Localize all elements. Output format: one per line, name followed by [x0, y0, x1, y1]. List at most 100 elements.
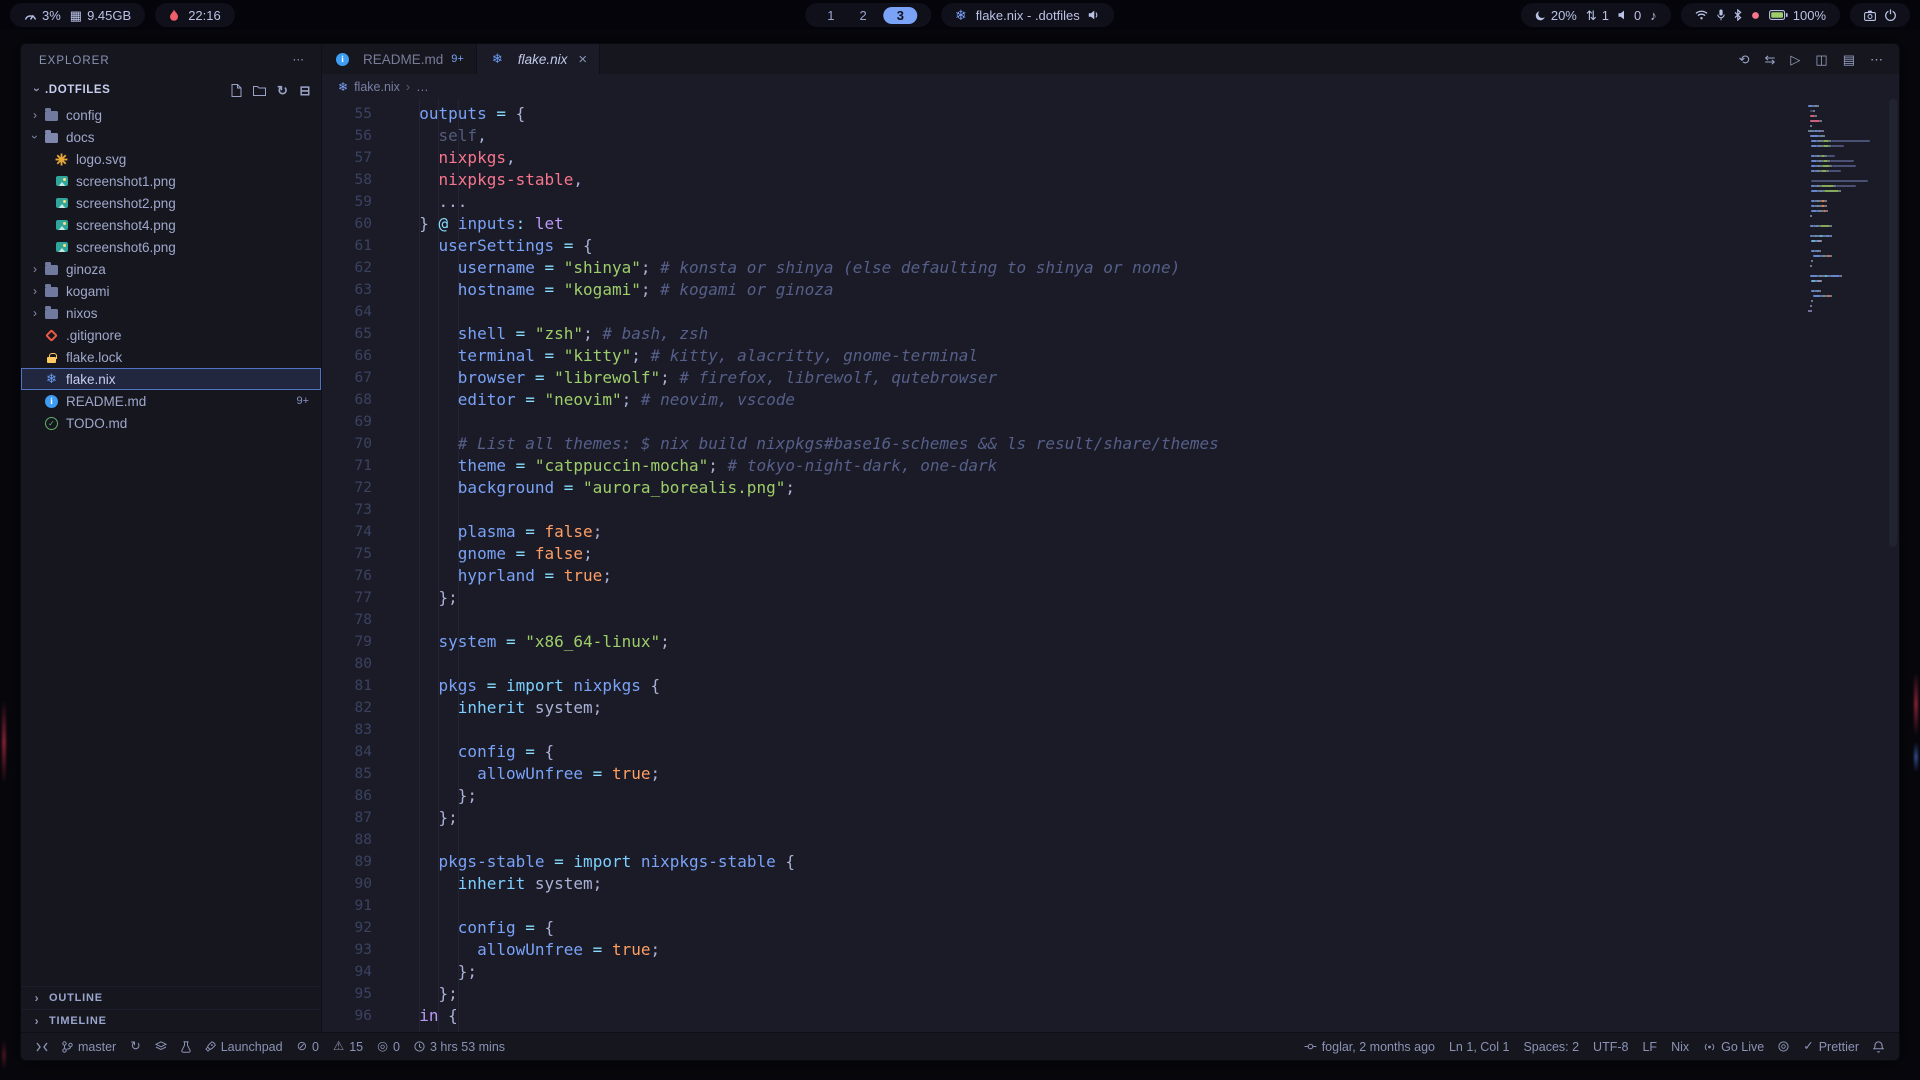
run-icon[interactable]: ▷ [1790, 53, 1800, 66]
browser-status[interactable] [1771, 1033, 1796, 1060]
new-file-icon[interactable] [231, 84, 242, 97]
bluetooth[interactable] [1734, 9, 1742, 21]
rocket-status[interactable]: Launchpad [198, 1033, 290, 1060]
tree-item-logo.svg[interactable]: logo.svg [21, 148, 321, 170]
minimap-line [1807, 145, 1885, 147]
check-status[interactable]: ✓Prettier [1796, 1033, 1866, 1060]
tree-item-.gitignore[interactable]: .gitignore [21, 324, 321, 346]
remote-window-status[interactable] [29, 1033, 55, 1060]
more-actions-icon[interactable]: ⋯ [293, 55, 306, 67]
close-tab-icon[interactable]: × [578, 51, 587, 68]
tree-item-TODO.md[interactable]: ✓TODO.md [21, 412, 321, 434]
workspace-1[interactable]: 1 [819, 7, 842, 24]
section-outline[interactable]: ›OUTLINE [21, 986, 321, 1009]
tab-README.md[interactable]: iREADME.md9+ [322, 44, 477, 74]
file-name: screenshot2.png [76, 196, 176, 211]
image-file-icon [53, 195, 70, 211]
git-branch-status[interactable]: master [55, 1033, 123, 1060]
problems-badge: 9+ [296, 395, 309, 407]
glitch-streak [1914, 672, 1918, 736]
night-light[interactable]: 20% [1535, 8, 1577, 23]
minimap-line [1807, 235, 1885, 237]
tree-item-README.md[interactable]: iREADME.md9+ [21, 390, 321, 412]
line-number: 78 [322, 609, 372, 631]
status-group-1: 20% ⇅1 0 ♪ [1521, 3, 1671, 27]
minimap-line [1807, 140, 1885, 142]
workspaces-pill: 123 [805, 3, 931, 27]
error-status[interactable]: ⊘0 [290, 1033, 326, 1060]
chevron-icon: › [27, 284, 43, 298]
wifi[interactable] [1695, 10, 1708, 20]
split-editor-icon[interactable]: ◫ [1815, 53, 1827, 66]
tab-flake.nix[interactable]: ❄flake.nix× [477, 44, 600, 74]
status-spaces-2[interactable]: Spaces: 2 [1516, 1033, 1586, 1060]
workspace-2[interactable]: 2 [851, 7, 874, 24]
clock-pill[interactable]: 22:16 [155, 3, 235, 27]
battery[interactable]: 100% [1769, 8, 1826, 23]
minimap-line [1807, 195, 1885, 197]
tree-item-nixos[interactable]: ›nixos [21, 302, 321, 324]
scrollbar[interactable] [1887, 99, 1899, 1032]
file-name: README.md [66, 394, 146, 409]
section-timeline[interactable]: ›TIMELINE [21, 1009, 321, 1032]
power[interactable] [1885, 9, 1896, 21]
tree-item-config[interactable]: ›config [21, 104, 321, 126]
broadcast-icon [1703, 1042, 1716, 1052]
music-note[interactable]: ♪ [1650, 9, 1657, 22]
history-icon[interactable]: ⟲ [1739, 53, 1750, 66]
clock-status[interactable]: 3 hrs 53 mins [407, 1033, 512, 1060]
workspace-root[interactable]: › .DOTFILES ↻⊟ [21, 78, 321, 102]
window-title-pill[interactable]: ❄ flake.nix - .dotfiles [941, 3, 1115, 27]
minimap[interactable] [1807, 105, 1885, 315]
power-icon [1885, 9, 1896, 21]
tree-item-ginoza[interactable]: ›ginoza [21, 258, 321, 280]
bell-status[interactable] [1866, 1033, 1891, 1060]
tree-item-docs[interactable]: ›docs [21, 126, 321, 148]
target-status[interactable]: ◎0 [370, 1033, 407, 1060]
refresh-icon[interactable]: ↻ [277, 84, 289, 97]
nix-icon: ❄ [338, 81, 348, 93]
tree-item-screenshot2.png[interactable]: screenshot2.png [21, 192, 321, 214]
tree-item-screenshot1.png[interactable]: screenshot1.png [21, 170, 321, 192]
status-utf-8[interactable]: UTF-8 [1586, 1033, 1635, 1060]
commit-status[interactable]: foglar, 2 months ago [1297, 1033, 1442, 1060]
system-stats-pill[interactable]: 3% ▦9.45GB [10, 3, 145, 27]
code-line: 83 [322, 719, 1899, 741]
broadcast-status[interactable]: Go Live [1696, 1033, 1771, 1060]
screenshot[interactable] [1864, 10, 1876, 21]
status-ln-1-col-1[interactable]: Ln 1, Col 1 [1442, 1033, 1516, 1060]
line-number: 88 [322, 829, 372, 851]
status-nix[interactable]: Nix [1664, 1033, 1696, 1060]
tree-item-screenshot4.png[interactable]: screenshot4.png [21, 214, 321, 236]
layout-panel-icon[interactable]: ▤ [1843, 53, 1855, 66]
line-number: 81 [322, 675, 372, 697]
compare-icon[interactable]: ⇆ [1765, 53, 1776, 66]
tree-item-kogami[interactable]: ›kogami [21, 280, 321, 302]
code-line: 55 outputs = { [322, 103, 1899, 125]
new-folder-icon[interactable] [253, 84, 266, 97]
sync-status[interactable]: ↻ [123, 1033, 147, 1060]
record-dot[interactable] [1751, 11, 1760, 20]
chevron-icon: › [27, 262, 43, 276]
tree-item-screenshot6.png[interactable]: screenshot6.png [21, 236, 321, 258]
flask-status[interactable] [174, 1033, 198, 1060]
scrollbar-thumb[interactable] [1889, 99, 1897, 547]
status-lf[interactable]: LF [1635, 1033, 1664, 1060]
tree-item-flake.nix[interactable]: ❄flake.nix [21, 368, 321, 390]
code-line: 64 [322, 301, 1899, 323]
tree-item-flake.lock[interactable]: flake.lock [21, 346, 321, 368]
line-number: 95 [322, 983, 372, 1005]
more-actions-icon[interactable]: ⋯ [1870, 53, 1883, 66]
volume-low[interactable]: 0 [1618, 8, 1641, 23]
warning-status[interactable]: ⚠15 [326, 1033, 370, 1060]
mic[interactable] [1717, 9, 1725, 21]
line-number: 87 [322, 807, 372, 829]
check-icon: ✓ [1803, 1040, 1813, 1053]
minimap-line [1807, 155, 1885, 157]
network-arrows[interactable]: ⇅1 [1586, 8, 1609, 23]
code-editor[interactable]: 55 outputs = {56 self,57 nixpkgs,58 nixp… [322, 99, 1899, 1032]
layers-status[interactable] [148, 1033, 174, 1060]
collapse-all-icon[interactable]: ⊟ [300, 84, 312, 97]
breadcrumb[interactable]: ❄ flake.nix › … [322, 74, 1899, 99]
workspace-3[interactable]: 3 [884, 7, 917, 24]
